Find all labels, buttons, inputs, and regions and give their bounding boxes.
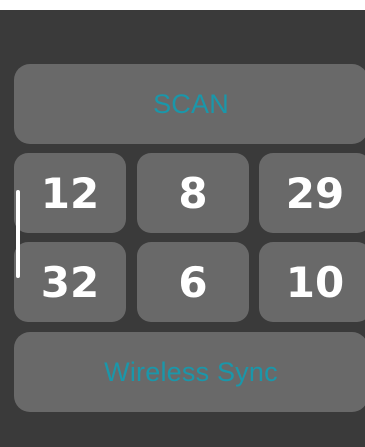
scan-button-label: SCAN (153, 88, 229, 119)
value-tile-5[interactable]: 6 (137, 242, 249, 322)
value-tile-3[interactable]: 29 (259, 153, 365, 233)
value-tile-number: 10 (285, 257, 345, 307)
value-tile-number: 6 (178, 257, 208, 307)
wireless-sync-button[interactable]: Wireless Sync (14, 332, 365, 412)
value-tile-number: 29 (285, 168, 345, 218)
scan-button[interactable]: SCAN (14, 64, 365, 144)
watch-screen: SCAN 12 8 29 32 6 10 Wireless Sync (0, 10, 365, 447)
value-tile-number: 8 (178, 168, 208, 218)
value-tile-number: 32 (40, 257, 100, 307)
scroll-indicator[interactable] (16, 190, 20, 278)
value-tile-1[interactable]: 12 (14, 153, 126, 233)
value-tile-6[interactable]: 10 (259, 242, 365, 322)
value-tile-2[interactable]: 8 (137, 153, 249, 233)
value-tile-4[interactable]: 32 (14, 242, 126, 322)
value-tile-number: 12 (40, 168, 100, 218)
wireless-sync-button-label: Wireless Sync (104, 356, 278, 387)
